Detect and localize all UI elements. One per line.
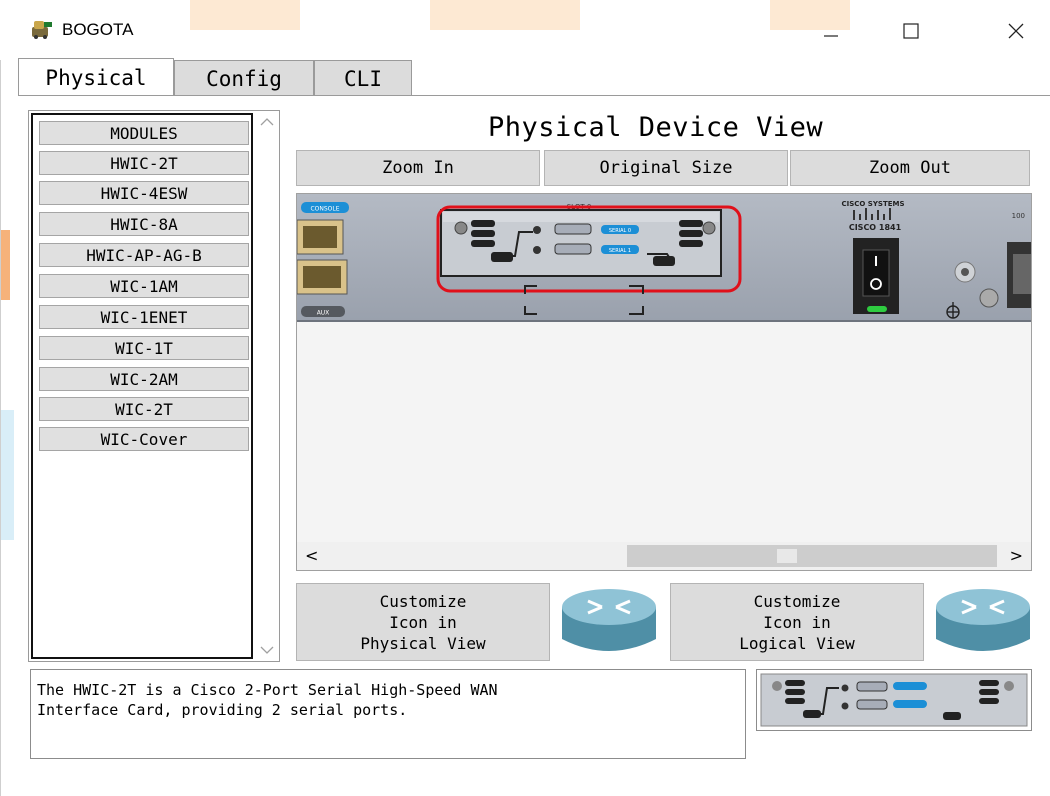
title-bar: BOGOTA: [0, 0, 1050, 54]
model-label: CISCO 1841: [849, 223, 902, 232]
console-label: CONSOLE: [310, 206, 339, 213]
module-item-wic-1am[interactable]: WIC-1AM: [39, 274, 249, 298]
minimize-icon: [824, 35, 838, 37]
module-item-wic-2t[interactable]: WIC-2T: [39, 397, 249, 421]
minimize-button[interactable]: [808, 10, 854, 52]
app-icon: [32, 21, 52, 39]
customize-logical-line3: Logical View: [739, 633, 855, 653]
module-item-wic-cover[interactable]: WIC-Cover: [39, 427, 249, 451]
module-item-wic-1t[interactable]: WIC-1T: [39, 336, 249, 360]
zoom-in-button[interactable]: Zoom In: [296, 150, 540, 186]
module-list-scrollbar[interactable]: [255, 111, 279, 661]
maximize-icon: [903, 23, 919, 39]
device-viewport[interactable]: CONSOLE AUX SLOT 0 SERIAL 0 SERIAL 1 CIS…: [296, 193, 1032, 571]
description-line2: Interface Card, providing 2 serial ports…: [37, 701, 408, 719]
router-panel-graphic: CONSOLE AUX SLOT 0 SERIAL 0 SERIAL 1 CIS…: [297, 200, 1031, 319]
module-list-panel: MODULES HWIC-2T HWIC-4ESW HWIC-8A HWIC-A…: [31, 113, 253, 659]
scroll-left-icon[interactable]: <: [305, 546, 318, 565]
router-icon: [562, 589, 656, 651]
scroll-right-icon[interactable]: >: [1010, 546, 1023, 565]
module-item-wic-2am[interactable]: WIC-2AM: [39, 367, 249, 391]
tab-cli[interactable]: CLI: [314, 60, 412, 96]
tab-config[interactable]: Config: [174, 60, 314, 96]
customize-logical-icon-button[interactable]: Customize Icon in Logical View: [670, 583, 924, 661]
customize-logical-line1: Customize: [753, 591, 841, 611]
router-chassis: CONSOLE AUX SLOT 0 SERIAL 0 SERIAL 1 CIS…: [297, 194, 1031, 322]
brand-label: CISCO SYSTEMS: [841, 200, 904, 208]
original-size-button[interactable]: Original Size: [544, 150, 788, 186]
module-item-hwic-ap-ag-b[interactable]: HWIC-AP-AG-B: [39, 243, 249, 267]
module-thumbnail: [756, 669, 1032, 731]
module-list: MODULES HWIC-2T HWIC-4ESW HWIC-8A HWIC-A…: [28, 110, 280, 662]
aux-label: AUX: [317, 310, 330, 317]
maximize-button[interactable]: [888, 10, 934, 52]
close-button[interactable]: [993, 10, 1039, 52]
chevron-down-icon[interactable]: [259, 645, 275, 655]
customize-physical-line3: Physical View: [360, 633, 486, 653]
close-icon: [1008, 23, 1024, 39]
window-title: BOGOTA: [62, 20, 134, 39]
tab-bar: Physical Config CLI: [18, 58, 412, 96]
customize-physical-icon-button[interactable]: Customize Icon in Physical View: [296, 583, 550, 661]
module-item-hwic-2t[interactable]: HWIC-2T: [39, 151, 249, 175]
customize-physical-line2: Icon in: [389, 612, 457, 632]
serial-label-1: SERIAL 1: [609, 248, 631, 254]
router-icon: [936, 589, 1030, 651]
chevron-up-icon[interactable]: [259, 117, 275, 127]
module-description: The HWIC-2T is a Cisco 2-Port Serial Hig…: [30, 669, 746, 759]
tab-physical[interactable]: Physical: [18, 58, 174, 96]
module-item-hwic-4esw[interactable]: HWIC-4ESW: [39, 181, 249, 205]
customize-physical-line1: Customize: [379, 591, 467, 611]
serial-label-0: SERIAL 0: [609, 228, 631, 234]
device-view-scrollbar[interactable]: < >: [297, 542, 1031, 570]
right-label: 100: [1012, 212, 1025, 220]
description-line1: The HWIC-2T is a Cisco 2-Port Serial Hig…: [37, 681, 498, 699]
device-view-title: Physical Device View: [488, 112, 824, 143]
module-item-wic-1enet[interactable]: WIC-1ENET: [39, 305, 249, 329]
modules-header: MODULES: [39, 121, 249, 145]
customize-logical-line2: Icon in: [763, 612, 831, 632]
scroll-thumb[interactable]: [627, 545, 997, 567]
zoom-out-button[interactable]: Zoom Out: [790, 150, 1030, 186]
module-item-hwic-8a[interactable]: HWIC-8A: [39, 212, 249, 236]
